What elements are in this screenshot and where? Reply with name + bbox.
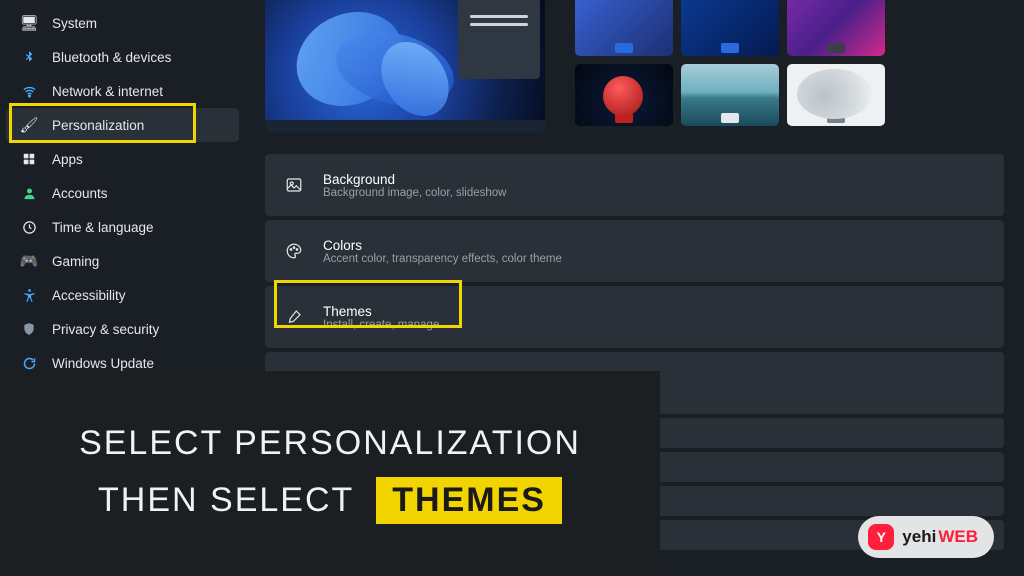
watermark-text: yehiWEB: [902, 527, 978, 547]
desktop-preview: [265, 0, 545, 132]
update-icon: [20, 356, 38, 371]
wifi-icon: [20, 84, 38, 99]
theme-thumb-red-orb[interactable]: [575, 64, 673, 126]
watermark-logo: Y: [868, 524, 894, 550]
theme-thumb-landscape[interactable]: [681, 64, 779, 126]
sidebar-item-accounts[interactable]: Accounts: [0, 176, 245, 210]
theme-thumb-purple[interactable]: [787, 0, 885, 56]
row-colors[interactable]: Colors Accent color, transparency effect…: [265, 220, 1004, 282]
person-icon: [20, 186, 38, 201]
settings-window: 🖥 System Bluetooth & devices Network & i…: [0, 0, 1024, 576]
row-title: Themes: [323, 304, 439, 319]
bloom-graphic: [275, 4, 485, 124]
row-subtitle: Background image, color, slideshow: [323, 187, 506, 199]
row-title: Colors: [323, 238, 562, 253]
theme-thumb-dark-blue[interactable]: [681, 0, 779, 56]
sidebar-item-label: Time & language: [52, 220, 154, 235]
theme-thumb-light[interactable]: [787, 64, 885, 126]
row-themes[interactable]: Themes Install, create, manage: [265, 286, 1004, 348]
image-icon: [283, 176, 305, 194]
instruction-line-1: SELECT PERSONALIZATION: [79, 424, 581, 463]
preview-window-mock: [458, 0, 540, 79]
sidebar-item-label: Privacy & security: [52, 322, 159, 337]
sidebar-item-system[interactable]: 🖥 System: [0, 6, 245, 40]
desktop-preview-row: [265, 0, 1004, 132]
sidebar-item-accessibility[interactable]: Accessibility: [0, 278, 245, 312]
theme-thumbnails: [575, 0, 885, 126]
row-background[interactable]: Background Background image, color, slid…: [265, 154, 1004, 216]
row-subtitle: Accent color, transparency effects, colo…: [323, 253, 562, 265]
sidebar-item-label: Windows Update: [52, 356, 154, 371]
preview-taskbar: [265, 120, 545, 132]
row-subtitle: Install, create, manage: [323, 319, 439, 331]
palette-icon: [283, 242, 305, 260]
brush-icon: [283, 308, 305, 326]
sidebar-item-label: Gaming: [52, 254, 99, 269]
sidebar-item-label: System: [52, 16, 97, 31]
clock-icon: [20, 220, 38, 235]
sidebar-item-label: Bluetooth & devices: [52, 50, 171, 65]
instruction-line-2: THEN SELECT THEMES: [98, 477, 562, 524]
sidebar-item-label: Accessibility: [52, 288, 126, 303]
sidebar-item-label: Apps: [52, 152, 83, 167]
sidebar-item-apps[interactable]: Apps: [0, 142, 245, 176]
instruction-badge: THEMES: [376, 477, 562, 524]
watermark-text-1: yehi: [902, 527, 936, 546]
accessibility-icon: [20, 288, 38, 303]
sidebar-item-privacy[interactable]: Privacy & security: [0, 312, 245, 346]
apps-icon: [20, 152, 38, 166]
sidebar-item-bluetooth[interactable]: Bluetooth & devices: [0, 40, 245, 74]
watermark: Y yehiWEB: [858, 516, 994, 558]
watermark-text-2: WEB: [938, 527, 978, 546]
system-icon: 🖥: [20, 14, 38, 32]
sidebar-item-gaming[interactable]: 🎮 Gaming: [0, 244, 245, 278]
bluetooth-icon: [20, 50, 38, 64]
sidebar-item-label: Network & internet: [52, 84, 163, 99]
sidebar-item-time[interactable]: Time & language: [0, 210, 245, 244]
shield-icon: [20, 322, 38, 336]
gaming-icon: 🎮: [20, 252, 38, 270]
sidebar-item-label: Accounts: [52, 186, 108, 201]
row-title: Background: [323, 172, 506, 187]
sidebar-item-personalization[interactable]: 🖌 Personalization: [6, 108, 239, 142]
sidebar-item-label: Personalization: [52, 118, 144, 133]
sidebar-item-network[interactable]: Network & internet: [0, 74, 245, 108]
instruction-overlay: SELECT PERSONALIZATION THEN SELECT THEME…: [0, 371, 660, 576]
brush-icon: 🖌: [20, 116, 38, 134]
theme-thumb-bloom-blue[interactable]: [575, 0, 673, 56]
instruction-line-2-pre: THEN SELECT: [98, 481, 354, 520]
